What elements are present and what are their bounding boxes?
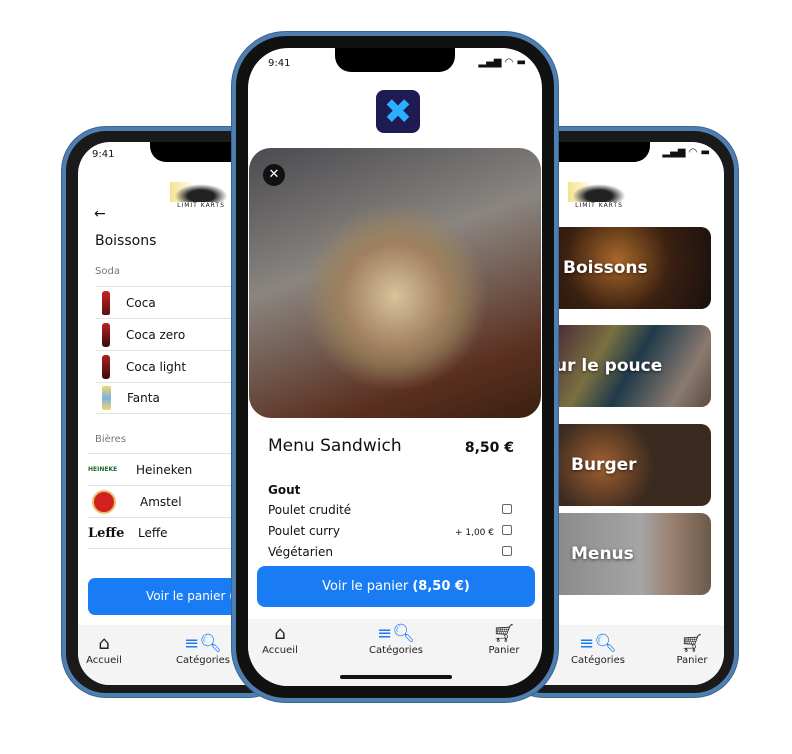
cart-icon: 🛒︎ — [680, 633, 704, 654]
bottle-icon — [102, 290, 110, 315]
categories-search-icon: ≡🔍︎ — [377, 623, 415, 644]
category-card-boissons[interactable]: Boissons — [555, 227, 711, 309]
app-icon: ✖ — [376, 90, 420, 133]
option-group-title: Gout — [268, 483, 301, 497]
status-icons: ▂▄▆ ◠ ▬ — [478, 57, 526, 68]
nav-accueil[interactable]: ⌂ Accueil — [260, 623, 300, 656]
bottom-nav: ⌂ Accueil ≡🔍︎ Catégories 🛒︎ Panier — [248, 619, 542, 686]
amstel-logo — [92, 489, 116, 514]
close-icon[interactable]: ✕ — [263, 164, 285, 186]
limit-karts-logo: LIMIT KARTS — [568, 182, 630, 214]
back-arrow-icon[interactable]: ← — [94, 206, 106, 222]
home-icon: ⌂ — [98, 633, 110, 654]
categories-search-icon: ≡🔍︎ — [184, 633, 222, 654]
product-image: ✕ — [249, 148, 541, 418]
nav-panier[interactable]: 🛒︎ Panier — [674, 633, 710, 666]
home-indicator — [340, 675, 452, 679]
status-time: 9:41 — [268, 58, 291, 69]
category-card-sur-le-pouce[interactable]: ur le pouce — [555, 325, 711, 407]
view-cart-button[interactable]: Voir le panier (8,50 €) — [257, 566, 535, 607]
page-title: Boissons — [95, 233, 157, 249]
status-time: 9:41 — [92, 149, 115, 160]
category-card-menus[interactable]: Menus — [555, 513, 711, 595]
limit-karts-logo: LIMIT KARTS — [170, 182, 232, 214]
category-card-burger[interactable]: Burger — [555, 424, 711, 506]
can-icon — [102, 386, 111, 410]
nav-panier[interactable]: 🛒︎ Panier — [486, 623, 522, 656]
checkbox[interactable] — [502, 546, 512, 556]
checkbox[interactable] — [502, 504, 512, 514]
cart-icon: 🛒︎ — [492, 623, 516, 644]
section-label: Soda — [95, 266, 120, 277]
option-poulet-crudite[interactable]: Poulet crudité — [268, 503, 512, 517]
bottle-icon — [102, 354, 110, 379]
nav-categories[interactable]: ≡🔍︎ Catégories — [570, 633, 626, 666]
bottle-icon — [102, 322, 110, 347]
nav-accueil[interactable]: ⌂ Accueil — [86, 633, 122, 666]
categories-search-icon: ≡🔍︎ — [579, 633, 617, 654]
notch — [335, 48, 455, 72]
home-icon: ⌂ — [274, 623, 286, 644]
leffe-logo: Leffe — [88, 525, 125, 541]
nav-categories[interactable]: ≡🔍︎ Catégories — [176, 633, 230, 666]
option-vegetarien[interactable]: Végétarien — [268, 545, 512, 559]
nav-categories[interactable]: ≡🔍︎ Catégories — [366, 623, 426, 656]
product-title: Menu Sandwich — [268, 436, 402, 456]
heineken-logo: HEINEKE — [88, 466, 118, 473]
section-label: Bières — [95, 434, 127, 445]
product-price: 8,50 € — [464, 440, 514, 456]
option-poulet-curry[interactable]: Poulet curry + 1,00 € — [268, 524, 512, 538]
middle-phone-screen: 9:41 ▂▄▆ ◠ ▬ ✖ ✕ Menu Sandwich 8,50 € Go… — [248, 48, 542, 686]
status-icons: ▂▄▆ ◠ ▬ — [662, 147, 710, 158]
checkbox[interactable] — [502, 525, 512, 535]
